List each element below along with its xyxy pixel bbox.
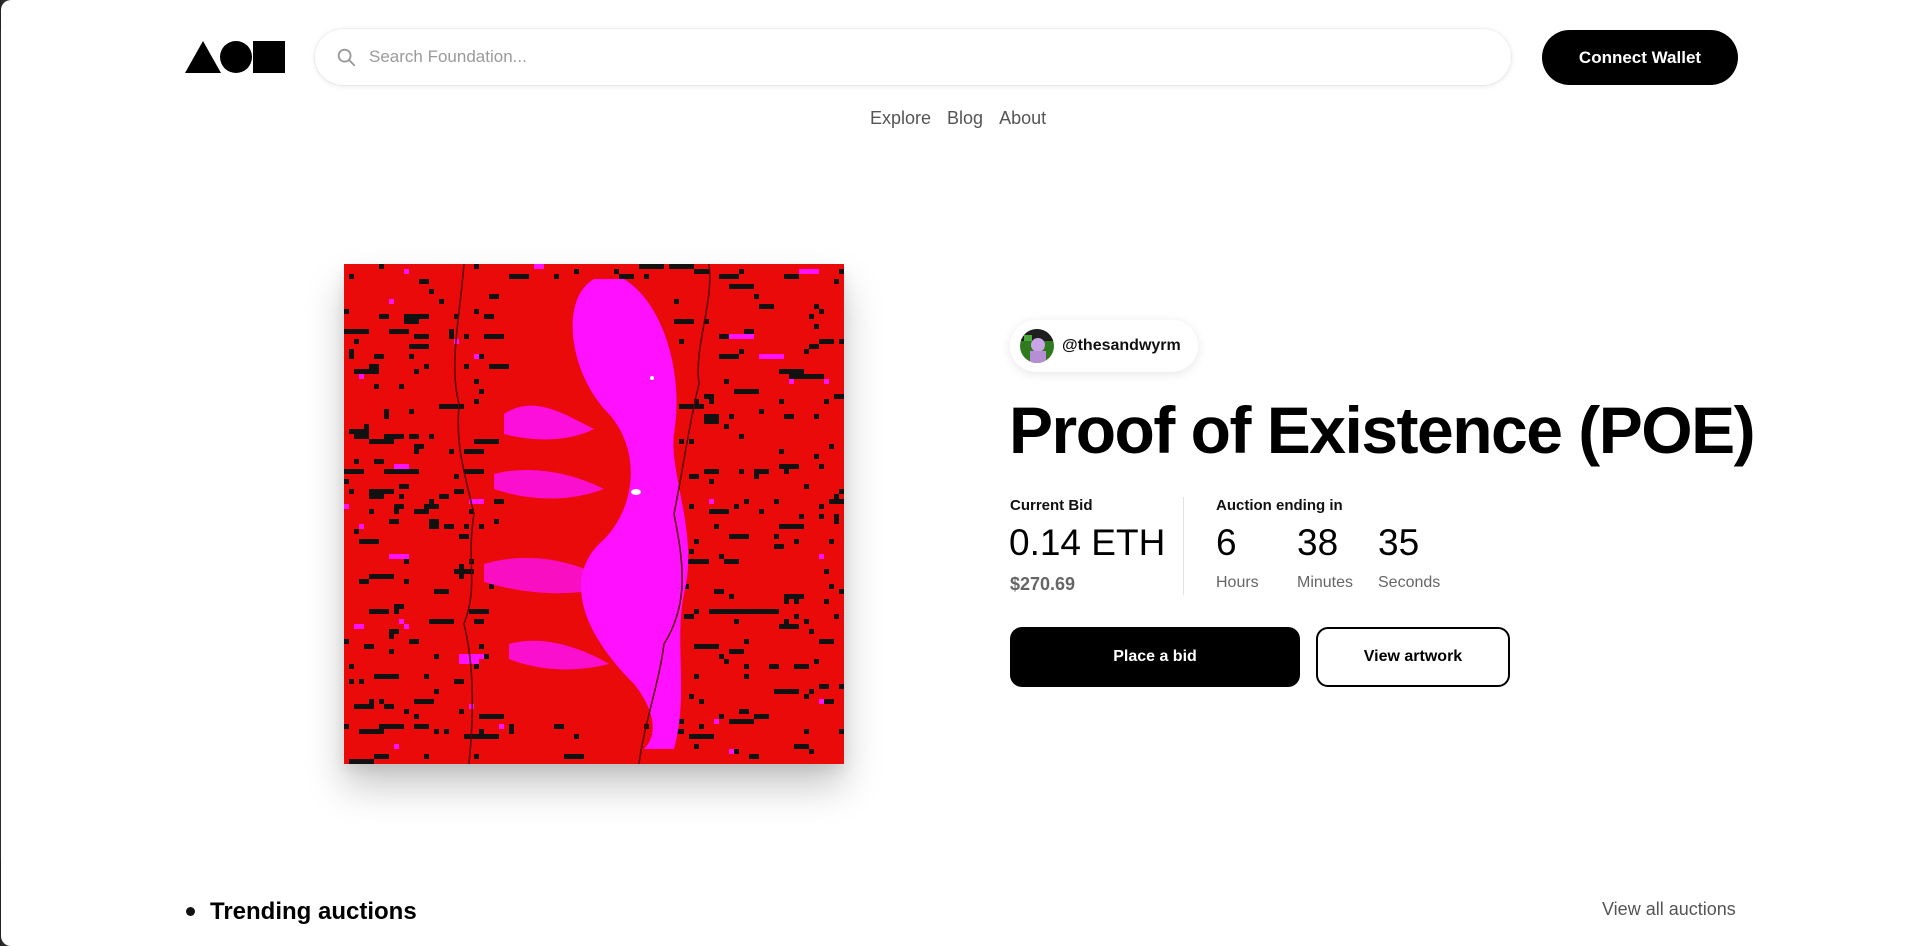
featured-artwork-image[interactable] [344,264,844,764]
nav-explore[interactable]: Explore [870,108,931,129]
current-bid-amount: 0.14 ETH [1009,522,1166,563]
trending-bullet-icon [186,907,195,916]
divider [1183,497,1184,595]
countdown-seconds-unit: Seconds [1378,574,1441,591]
countdown-hours-value: 6 [1216,522,1237,563]
search-icon [337,48,356,67]
top-nav: Explore Blog About [870,108,1046,129]
countdown-hours-unit: Hours [1216,574,1259,591]
page: Connect Wallet Explore Blog About [1,0,1921,946]
artwork-title: Proof of Existence (POE) [1009,393,1756,467]
view-artwork-button[interactable]: View artwork [1316,627,1510,687]
countdown-hours: 6 Hours [1216,522,1259,591]
countdown-minutes-value: 38 [1297,522,1339,563]
nav-blog[interactable]: Blog [947,108,983,129]
foundation-logo[interactable] [185,41,285,73]
creator-avatar [1020,329,1054,363]
window-edge [0,860,1,946]
current-bid-usd: $270.69 [1010,574,1076,594]
connect-wallet-button[interactable]: Connect Wallet [1542,30,1738,85]
search-input[interactable] [369,47,1469,67]
place-bid-button[interactable]: Place a bid [1010,627,1300,687]
countdown-minutes: 38 Minutes [1297,522,1353,591]
countdown-minutes-unit: Minutes [1297,574,1354,591]
countdown-seconds-value: 35 [1378,522,1420,563]
auction-ending-label: Auction ending in [1216,497,1343,514]
creator-pill[interactable]: @thesandwyrm [1010,320,1198,372]
search-bar[interactable] [315,29,1511,85]
creator-handle: @thesandwyrm [1062,337,1181,354]
trending-auctions-heading: Trending auctions [210,898,417,925]
countdown-seconds: 35 Seconds [1378,522,1440,591]
current-bid-label: Current Bid [1010,497,1093,514]
nav-about[interactable]: About [999,108,1046,129]
view-all-auctions-link[interactable]: View all auctions [1602,899,1736,920]
window-edge [0,0,1,30]
